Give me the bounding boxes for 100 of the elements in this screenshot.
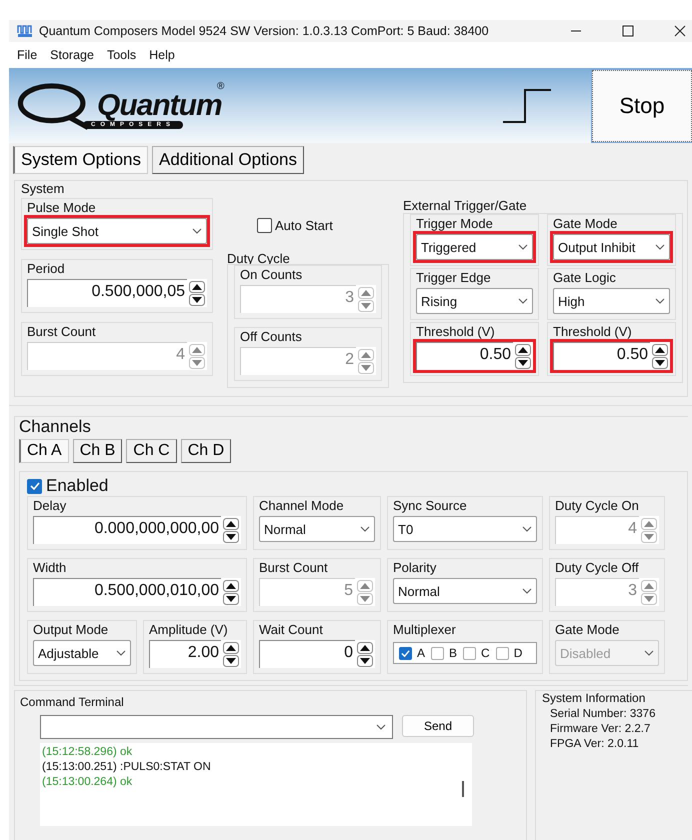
checkbox[interactable] [431,646,444,660]
info-line: Serial Number: 3376 [549,708,656,720]
maximize-icon[interactable] [622,25,634,37]
dropdown[interactable]: Single Shot [27,218,207,244]
checkbox[interactable] [27,478,42,494]
checkbox[interactable] [463,646,476,660]
group-title: Duty Cycle [227,251,291,266]
log-line: (15:13:00.264) ok [42,776,134,788]
spin-down-button[interactable] [223,530,239,542]
scrollbar-thumb[interactable] [462,781,464,797]
window-title: Quantum Composers Model 9524 SW Version: 1.0.3.13 ComPort: 5 Baud: 38400 [39,24,489,38]
stop-button[interactable]: Stop [592,70,692,142]
checkbox-label: D [514,646,522,660]
log-line: (15:13:00.251) :PULS0:STAT ON [42,761,212,773]
command-input[interactable] [40,715,393,739]
checkbox-label: B [449,646,458,660]
dropdown[interactable]: T0 [393,516,537,542]
registered-mark: ® [217,80,224,92]
channel-tab[interactable]: Ch A [19,439,69,463]
spin-up-button[interactable] [357,642,373,654]
field-label: Trigger Edge [416,270,492,285]
dropdown[interactable]: Triggered [416,234,533,260]
field-label: Channel Mode [259,498,345,513]
field-label: Gate Mode [553,216,618,231]
checkmark-icon [30,481,40,491]
spin-down-button[interactable] [223,654,239,666]
field-label: Multiplexer [393,622,457,637]
field-label: Wait Count [259,622,324,637]
checkbox-label: C [481,646,490,660]
field-label: Width [33,560,68,575]
chevron-icon [655,244,665,250]
dropdown[interactable]: Normal [259,516,375,542]
spin-down-button[interactable] [189,294,205,306]
chevron-icon [360,526,370,532]
group-title: Command Terminal [20,695,125,709]
checkbox-label: A [417,646,426,660]
spin-up-button[interactable] [189,280,205,292]
spin-down-button[interactable] [357,654,373,666]
field-label: On Counts [240,267,304,282]
spin-up-button[interactable] [515,344,531,356]
menu-item[interactable]: Tools [106,48,136,62]
field-label: Sync Source [393,498,468,513]
field-label: Trigger Mode [416,216,494,231]
channel-tab[interactable]: Ch D [180,439,232,463]
chevron-icon [192,228,202,234]
field-label: Pulse Mode [27,200,97,215]
checkbox[interactable] [257,218,272,233]
field-label: Gate Mode [555,622,620,637]
spin-up-button[interactable] [652,344,668,356]
spin-down-button[interactable] [223,592,239,604]
field-label: Burst Count [27,324,97,339]
field-label: Output Mode [33,622,110,637]
group-title: System Information [542,691,646,705]
spin-up-button[interactable] [223,580,239,592]
info-line: FPGA Ver: 2.0.11 [549,738,640,750]
info-line: Firmware Ver: 2.2.7 [549,723,652,735]
checkmark-icon [401,648,410,658]
chevron-icon [518,298,528,304]
auto-start-checkbox[interactable]: Auto Start [257,218,389,233]
dropdown[interactable]: Adjustable [33,640,131,666]
field-label: Threshold (V) [553,324,633,339]
menu-item[interactable]: File [17,48,38,62]
checkbox[interactable] [399,646,412,660]
enabled-checkbox[interactable]: Enabled [27,476,677,496]
field-label: Duty Cycle On [555,498,640,513]
menu-item[interactable]: Storage [50,48,94,62]
send-button[interactable]: Send [402,715,474,737]
step-signal-icon [502,88,552,124]
spin-up-button[interactable] [223,518,239,530]
spin-up-button[interactable] [223,642,239,654]
field-label: Amplitude (V) [149,622,229,637]
field-label: Off Counts [240,329,303,344]
dropdown[interactable]: High [553,288,670,314]
dropdown[interactable]: Normal [393,578,537,604]
menu-item[interactable]: Help [149,48,175,62]
tab[interactable]: System Options [13,146,148,174]
group-title: System [21,181,66,196]
channel-tab[interactable]: Ch C [126,439,177,463]
field-label: Burst Count [259,560,329,575]
spin-down-button[interactable] [515,356,531,368]
field-label: Threshold (V) [416,324,496,339]
log-line: (15:12:58.296) ok [42,746,134,758]
close-icon[interactable] [674,25,686,37]
chevron-icon [644,650,654,656]
field-label: Polarity [393,560,438,575]
chevron-icon [522,526,532,532]
spin-down-button[interactable] [652,356,668,368]
channel-tab[interactable]: Ch B [72,439,122,463]
chevron-icon [518,244,528,250]
dropdown[interactable]: Rising [416,288,533,314]
field-label: Duty Cycle Off [555,560,640,575]
checkbox[interactable] [496,646,509,660]
chevron-icon [376,724,386,730]
field-label: Period [27,261,66,276]
logo-text: Quantum [97,88,222,122]
dropdown[interactable]: Output Inhibit [553,234,670,260]
group-title: External Trigger/Gate [403,198,528,213]
pulse-icon [17,24,33,38]
tab[interactable]: Additional Options [152,146,304,174]
chevron-icon [116,650,126,656]
